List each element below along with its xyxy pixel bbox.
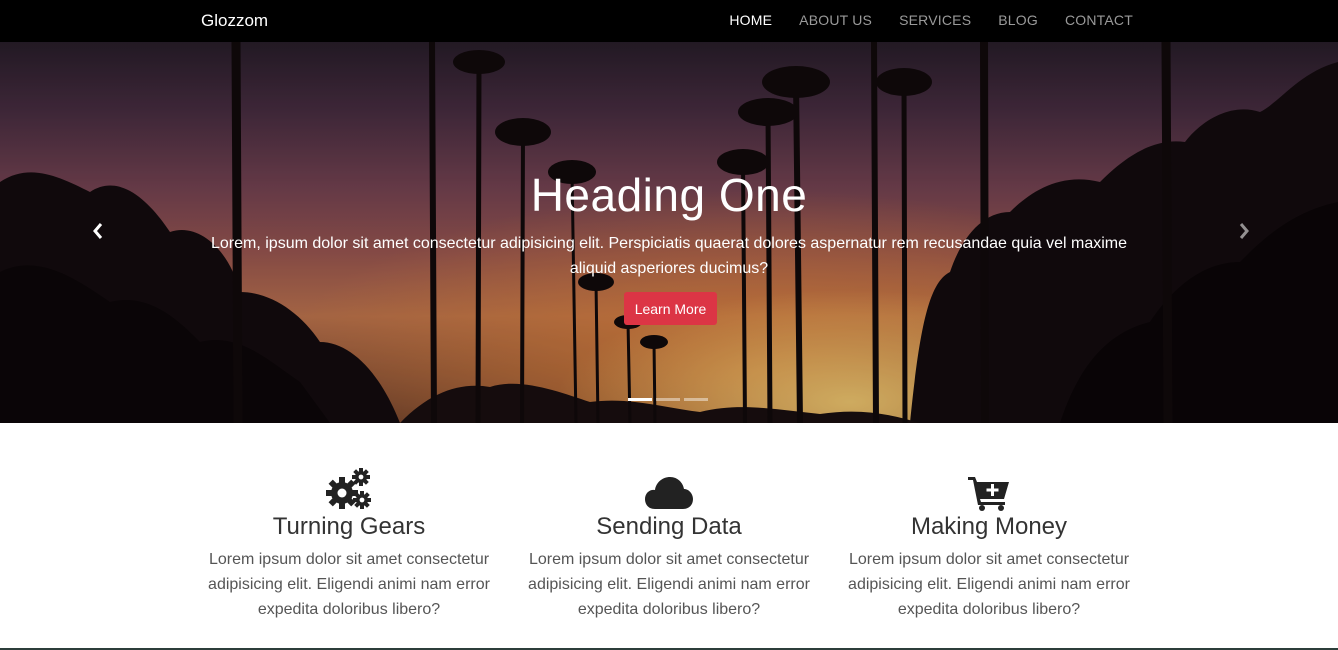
cloud-icon	[509, 466, 829, 511]
carousel-prev-button[interactable]	[88, 222, 108, 244]
navbar: Glozzom HOME ABOUT US SERVICES BLOG CONT…	[0, 0, 1338, 42]
features-section: Turning Gears Lorem ipsum dolor sit amet…	[189, 466, 1149, 650]
gears-icon	[189, 466, 509, 511]
feature-title: Sending Data	[596, 513, 742, 540]
carousel-next-button[interactable]	[1234, 222, 1254, 244]
hero-title: Heading One	[530, 169, 808, 221]
nav-link-blog[interactable]: BLOG	[998, 0, 1038, 42]
hero-caption: Heading One Lorem, ipsum dolor sit amet …	[0, 42, 1338, 423]
nav-link-contact[interactable]: CONTACT	[1065, 0, 1133, 42]
nav-link-about-us[interactable]: ABOUT US	[799, 0, 872, 42]
nav-links: HOME ABOUT US SERVICES BLOG CONTACT	[702, 0, 1133, 42]
carousel-indicator-3[interactable]	[684, 398, 708, 401]
carousel-indicators	[628, 398, 712, 401]
cart-plus-icon	[829, 466, 1149, 511]
learn-more-button[interactable]: Learn More	[624, 292, 717, 325]
feature-text: Lorem ipsum dolor sit amet consectetur a…	[528, 551, 810, 618]
carousel-indicator-2[interactable]	[656, 398, 680, 401]
brand-logo[interactable]: Glozzom	[201, 0, 268, 42]
feature-card: Sending Data Lorem ipsum dolor sit amet …	[509, 466, 829, 650]
feature-text: Lorem ipsum dolor sit amet consectetur a…	[208, 551, 490, 618]
feature-card: Making Money Lorem ipsum dolor sit amet …	[829, 466, 1149, 650]
nav-link-services[interactable]: SERVICES	[899, 0, 971, 42]
feature-title: Turning Gears	[272, 513, 426, 540]
feature-text: Lorem ipsum dolor sit amet consectetur a…	[848, 551, 1130, 618]
chevron-left-icon	[92, 223, 104, 243]
chevron-right-icon	[1238, 223, 1250, 243]
feature-title: Making Money	[910, 513, 1068, 540]
carousel-indicator-1[interactable]	[628, 398, 652, 401]
hero-text: Lorem, ipsum dolor sit amet consectetur …	[211, 235, 1127, 277]
nav-link-home[interactable]: HOME	[729, 0, 772, 42]
hero-carousel: Heading One Lorem, ipsum dolor sit amet …	[0, 42, 1338, 423]
feature-card: Turning Gears Lorem ipsum dolor sit amet…	[189, 466, 509, 650]
